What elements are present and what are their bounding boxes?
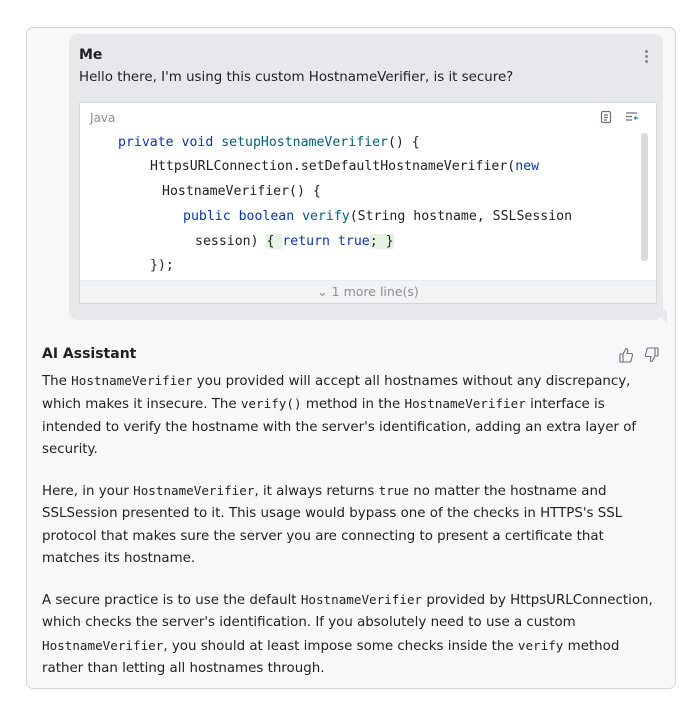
assistant-paragraph: A secure practice is to use the default …	[42, 592, 653, 676]
thumbs-down-icon[interactable]	[644, 346, 660, 364]
assistant-author-name: AI Assistant	[42, 346, 137, 362]
more-options-button[interactable]	[639, 46, 653, 66]
user-author-name: Me	[79, 47, 103, 63]
code-scrollbar[interactable]	[641, 133, 648, 261]
vertical-ellipsis-icon	[644, 49, 648, 63]
assistant-paragraph: Here, in your HostnameVerifier, it alway…	[42, 483, 623, 566]
code-line: private void setupHostnameVerifier() {	[118, 135, 420, 150]
code-line: session) { return true; }	[195, 234, 394, 249]
code-line: public boolean verify(String hostname, S…	[183, 209, 573, 224]
code-line: HttpsURLConnection.setDefaultHostnameVer…	[150, 159, 540, 174]
user-message-bubble: Me Hello there, I'm using this custom Ho…	[69, 34, 663, 320]
expand-more-lines-button[interactable]: ⌄ 1 more line(s)	[80, 280, 656, 303]
code-snippet: Java private void setupHostnameVerifier(…	[79, 102, 657, 304]
assistant-paragraph: The HostnameVerifier you provided will a…	[42, 373, 637, 457]
thumbs-up-icon[interactable]	[618, 346, 634, 364]
copy-icon[interactable]	[598, 109, 614, 125]
code-line: });	[150, 258, 174, 273]
insert-at-caret-icon[interactable]	[624, 109, 640, 125]
code-language-label: Java	[90, 111, 116, 125]
chat-panel: Me Hello there, I'm using this custom Ho…	[26, 27, 676, 689]
code-line: HostnameVerifier() {	[162, 184, 321, 199]
user-message-text: Hello there, I'm using this custom Hostn…	[79, 70, 514, 85]
